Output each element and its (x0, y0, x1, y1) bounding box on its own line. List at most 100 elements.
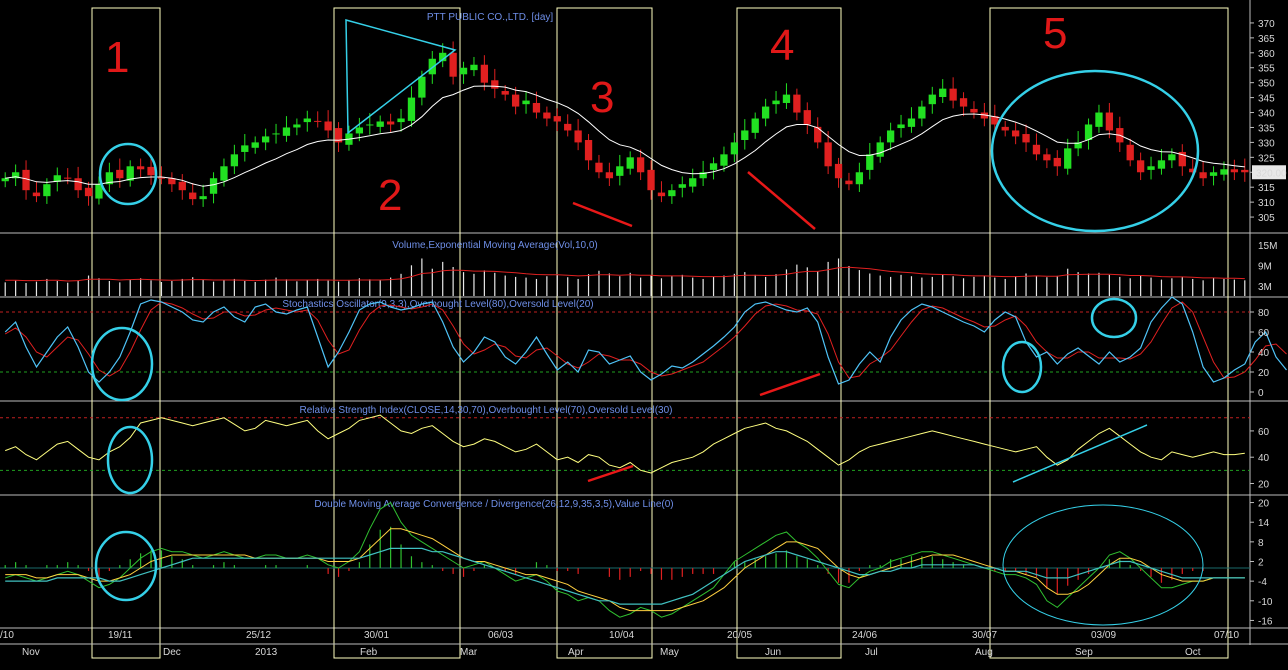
candle-body (918, 106, 926, 119)
volume-tick-15M: 15M (1258, 241, 1277, 252)
candle-body (834, 163, 843, 179)
candle-body (230, 154, 239, 167)
candle-body (324, 121, 332, 131)
rsi-tick-20: 20 (1258, 479, 1270, 490)
candle-body (116, 169, 124, 179)
candle-body (605, 172, 614, 179)
rsi-line (5, 414, 1245, 474)
candle-body (1011, 130, 1020, 137)
month-label-Aug: Aug (975, 647, 993, 658)
rsi-pane-title: Relative Strength Index(CLOSE,14,30,70),… (300, 405, 673, 416)
last-price-label: 320.00 (1256, 168, 1287, 179)
date-label-4: 06/03 (488, 630, 513, 641)
marker-circle-macd-5 (1002, 504, 1204, 626)
stock-chart[interactable]: PTT PUBLIC CO.,LTD. [day]305310315320325… (0, 0, 1288, 665)
candle-body (366, 124, 374, 126)
candle-body (261, 136, 270, 143)
candle-body (189, 192, 197, 200)
macd-tick-2: 2 (1258, 558, 1264, 569)
annotation-5: 5 (1043, 9, 1067, 58)
candle-body (1064, 148, 1072, 169)
price-ema-line (5, 85, 1245, 187)
date-label-2: 25/12 (246, 630, 271, 641)
trendline-rsi-3 (587, 464, 634, 483)
trendline-price-4 (747, 171, 816, 230)
annotation-2: 2 (378, 171, 402, 220)
stoch-tick-60: 60 (1258, 328, 1270, 339)
candle-body (43, 184, 51, 197)
candle-body (480, 64, 489, 83)
candle-body (741, 130, 749, 141)
macd-pane-title: Double Moving Average Convergence / Dive… (314, 499, 673, 510)
candle-body (1126, 144, 1134, 161)
candle-body (1053, 157, 1061, 167)
candle-body (1220, 169, 1228, 175)
stoch-tick-0: 0 (1258, 388, 1264, 399)
price-tick-310: 310 (1258, 198, 1275, 209)
month-label-Mar: Mar (460, 647, 478, 658)
price-tick-315: 315 (1258, 183, 1275, 194)
candle-body (532, 102, 541, 113)
marker-circle-price-5 (990, 69, 1200, 233)
macd-tick-8: 8 (1258, 538, 1264, 549)
annotation-3: 3 (590, 73, 614, 122)
candle-body (1147, 166, 1155, 170)
macd-slow-line (5, 528, 1245, 612)
candle-body (491, 80, 499, 89)
price-tick-360: 360 (1258, 49, 1275, 60)
candle-body (1168, 154, 1176, 161)
price-tick-330: 330 (1258, 138, 1275, 149)
rsi-trendline (1012, 424, 1148, 483)
candle-body (897, 124, 905, 129)
candle-body (970, 108, 978, 113)
candle-body (814, 126, 822, 143)
price-tick-350: 350 (1258, 79, 1275, 90)
candle-body (303, 118, 311, 123)
candle-body (1095, 112, 1103, 127)
stoch-tick-20: 20 (1258, 368, 1270, 379)
candle-body (397, 118, 405, 123)
candle-body (1032, 144, 1041, 155)
candle-body (1241, 169, 1249, 173)
candle-body (32, 192, 41, 197)
candle-body (876, 142, 884, 157)
candle-body (272, 133, 280, 135)
price-tick-370: 370 (1258, 19, 1275, 30)
candle-body (959, 98, 968, 107)
date-label-0: /10 (0, 630, 14, 641)
candle-body (824, 142, 832, 167)
marker-circle-stoch-5b (1090, 297, 1138, 339)
month-label-Oct: Oct (1185, 647, 1201, 658)
candle-body (136, 166, 145, 170)
candle-body (751, 118, 759, 133)
rsi-tick-60: 60 (1258, 427, 1270, 438)
candle-body (522, 100, 530, 105)
macd-tick--16: -16 (1258, 616, 1273, 627)
volume-tick-9M: 9M (1258, 261, 1272, 272)
candle-body (1199, 172, 1207, 179)
candle-body (678, 184, 686, 188)
month-label-May: May (660, 647, 679, 658)
candle-body (543, 112, 551, 119)
candle-body (407, 97, 416, 121)
candle-body (939, 88, 947, 98)
candle-body (782, 94, 791, 103)
volume-tick-3M: 3M (1258, 282, 1272, 293)
candle-body (511, 94, 520, 107)
candle-body (1, 178, 9, 182)
stoch-tick-80: 80 (1258, 308, 1270, 319)
candle-body (386, 121, 395, 125)
candle-body (418, 76, 426, 98)
candle-body (1157, 160, 1166, 169)
candle-body (459, 67, 468, 75)
candle-body (241, 145, 249, 152)
candle-body (376, 121, 384, 127)
candle-body (886, 130, 895, 143)
month-label-Nov: Nov (22, 647, 40, 658)
month-label-Apr: Apr (568, 647, 584, 658)
month-label-Sep: Sep (1075, 647, 1093, 658)
date-label-6: 20/05 (727, 630, 752, 641)
candle-body (584, 140, 593, 161)
candle-body (209, 178, 218, 194)
price-tick-305: 305 (1258, 213, 1275, 224)
